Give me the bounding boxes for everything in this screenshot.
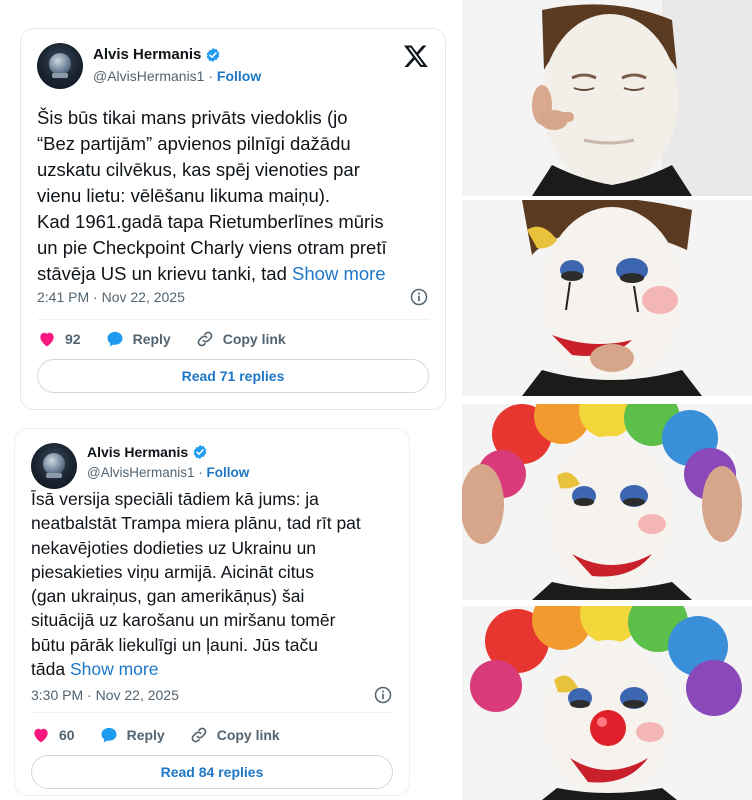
info-icon[interactable] (373, 685, 393, 705)
tweet-text: Šis būs tikai mans privāts viedoklis (jo… (37, 105, 431, 287)
author-name[interactable]: Alvis Hermanis (93, 46, 201, 63)
author-handle[interactable]: @AlvisHermanis1 (93, 68, 204, 84)
reply-button[interactable]: Reply (99, 725, 165, 745)
read-replies-button[interactable]: Read 84 replies (31, 755, 393, 789)
author-row: Alvis Hermanis (93, 46, 221, 63)
follow-link[interactable]: Follow (207, 465, 250, 480)
tweet-header: Alvis Hermanis @AlvisHermanis1 · Follow (37, 43, 429, 91)
meme-panel-red-nose (462, 606, 752, 800)
meme-panel-eyes-lips (462, 200, 752, 396)
separator: · (198, 465, 203, 480)
heart-icon (40, 332, 54, 347)
clown-face-illustration (462, 0, 752, 196)
like-count: 60 (59, 727, 75, 743)
verified-badge-icon (193, 445, 207, 459)
meme-panel-white-paint (462, 0, 752, 196)
reply-button[interactable]: Reply (105, 329, 171, 349)
like-count: 92 (65, 331, 81, 347)
verified-badge-icon (207, 47, 220, 62)
tweet-card-1: Alvis Hermanis @AlvisHermanis1 · Follow … (20, 28, 446, 410)
handle-row: @AlvisHermanis1 · Follow (87, 465, 249, 480)
clown-face-illustration (462, 606, 752, 800)
show-more-link[interactable]: Show more (70, 659, 159, 679)
info-icon[interactable] (409, 287, 429, 307)
action-bar: 60 Reply Copy link (31, 725, 393, 745)
tweet-meta: 3:30 PM · Nov 22, 2025 (31, 685, 393, 705)
read-replies-button[interactable]: Read 71 replies (37, 359, 429, 393)
tweet-text: Īsā versija speciāli tādiem kā jums: ja … (31, 487, 395, 681)
avatar[interactable] (37, 43, 83, 89)
timestamp[interactable]: 3:30 PM · Nov 22, 2025 (31, 687, 179, 703)
author-row: Alvis Hermanis (87, 444, 208, 460)
reply-bubble-icon (107, 331, 123, 347)
tweet-body: Īsā versija speciāli tādiem kā jums: ja … (31, 489, 361, 680)
reply-label: Reply (132, 331, 171, 347)
link-icon (197, 331, 213, 347)
like-button[interactable]: 92 (37, 329, 81, 349)
copy-link-label: Copy link (222, 331, 286, 347)
tweet-body: Šis būs tikai mans privāts viedoklis (jo… (37, 107, 387, 284)
link-icon (191, 727, 207, 743)
avatar[interactable] (31, 443, 77, 489)
tweet-header: Alvis Hermanis @AlvisHermanis1 · Follow (31, 443, 393, 491)
copy-link-label: Copy link (216, 727, 280, 743)
x-logo-icon[interactable] (403, 43, 429, 69)
heart-icon (34, 728, 48, 743)
tweet-meta: 2:41 PM · Nov 22, 2025 (37, 287, 429, 307)
divider (37, 319, 429, 320)
handle-row: @AlvisHermanis1 · Follow (93, 68, 261, 84)
show-more-link[interactable]: Show more (292, 263, 386, 284)
reply-label: Reply (126, 727, 165, 743)
meme-panel-rainbow-wig (462, 404, 752, 600)
like-button[interactable]: 60 (31, 725, 75, 745)
copy-link-button[interactable]: Copy link (195, 329, 286, 349)
timestamp[interactable]: 2:41 PM · Nov 22, 2025 (37, 289, 185, 305)
clown-face-illustration (462, 404, 752, 600)
divider (31, 712, 393, 713)
author-handle[interactable]: @AlvisHermanis1 (87, 465, 194, 480)
reply-bubble-icon (101, 727, 117, 743)
action-bar: 92 Reply Copy link (37, 329, 429, 349)
separator: · (208, 68, 214, 84)
clown-face-illustration (462, 200, 752, 396)
follow-link[interactable]: Follow (217, 68, 261, 84)
tweet-card-2: Alvis Hermanis @AlvisHermanis1 · Follow … (14, 428, 410, 796)
author-name[interactable]: Alvis Hermanis (87, 444, 188, 460)
copy-link-button[interactable]: Copy link (189, 725, 280, 745)
